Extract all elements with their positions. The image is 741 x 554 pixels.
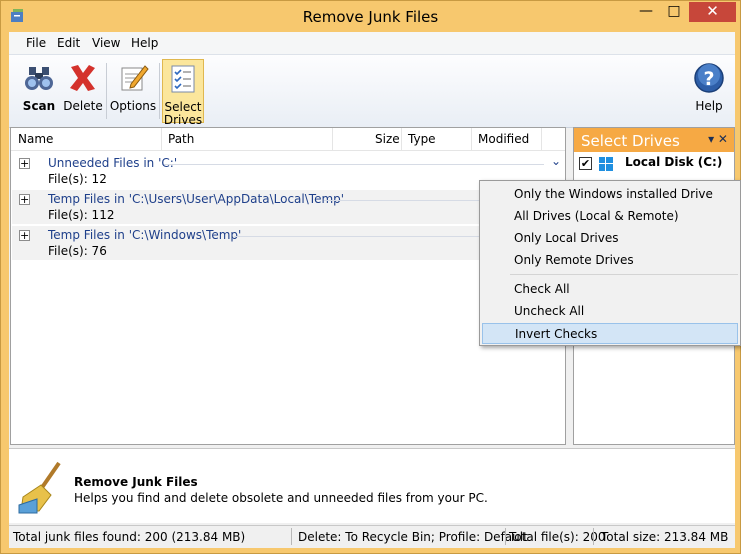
menu-item-invert-checks[interactable]: Invert Checks (482, 323, 738, 344)
windows-logo-icon (599, 157, 613, 171)
info-description: Helps you find and delete obsolete and u… (74, 491, 488, 505)
menu-item-label: Uncheck All (514, 304, 585, 318)
menu-item-label: Only Remote Drives (514, 253, 634, 267)
column-header-size[interactable]: Size (375, 132, 400, 146)
status-total-size: Total size: 213.84 MB (601, 530, 729, 544)
delete-button[interactable]: Delete (63, 59, 103, 123)
svg-text:?: ? (703, 68, 714, 90)
menu-item-label: Invert Checks (515, 327, 598, 341)
drive-item[interactable]: ✔ Local Disk (C:) (577, 154, 732, 174)
drive-selection-context-menu: Only the Windows installed Drive All Dri… (479, 180, 741, 346)
menu-item-local-drives[interactable]: Only Local Drives (482, 228, 738, 249)
select-drives-button[interactable]: Select Drives (162, 59, 204, 127)
expand-plus-icon[interactable]: + (19, 158, 30, 169)
menu-file[interactable]: File (26, 36, 46, 50)
menu-item-label: Only the Windows installed Drive (514, 187, 713, 201)
group-file-count: File(s): 76 (48, 244, 107, 258)
column-divider[interactable] (332, 128, 333, 150)
expand-plus-icon[interactable]: + (19, 194, 30, 205)
toolbar-separator (106, 63, 107, 119)
column-divider[interactable] (471, 128, 472, 150)
menu-item-all-drives[interactable]: All Drives (Local & Remote) (482, 206, 738, 227)
column-divider[interactable] (401, 128, 402, 150)
menu-view[interactable]: View (92, 36, 120, 50)
chevron-down-icon[interactable]: ⌄ (551, 154, 561, 168)
binoculars-icon (25, 67, 53, 90)
options-button[interactable]: Options (109, 59, 157, 123)
menu-bar: File Edit View Help (9, 32, 735, 54)
checklist-icon (171, 65, 195, 93)
select-drives-label-line2: Drives (163, 113, 203, 127)
status-separator (593, 528, 594, 545)
info-panel: Remove Junk Files Helps you find and del… (9, 448, 735, 523)
toolbar: Scan Delete Options Select Drives ? Help (9, 54, 735, 128)
group-file-count: File(s): 112 (48, 208, 115, 222)
drive-checkbox[interactable]: ✔ (579, 157, 592, 170)
group-file-count: File(s): 12 (48, 172, 107, 186)
title-bar[interactable]: Remove Junk Files — □ ✕ (1, 1, 740, 32)
column-header-modified[interactable]: Modified (478, 132, 529, 146)
list-header: Name Path Size Type Modified (11, 128, 565, 151)
menu-item-label: Only Local Drives (514, 231, 619, 245)
maximize-button[interactable]: □ (661, 2, 687, 22)
column-header-name[interactable]: Name (18, 132, 53, 146)
column-divider[interactable] (541, 128, 542, 150)
menu-item-remote-drives[interactable]: Only Remote Drives (482, 250, 738, 271)
status-total-files: Total file(s): 200 (509, 530, 606, 544)
close-button[interactable]: ✕ (689, 2, 736, 22)
menu-item-label: All Drives (Local & Remote) (514, 209, 679, 223)
menu-item-windows-drive[interactable]: Only the Windows installed Drive (482, 184, 738, 205)
minimize-button[interactable]: — (633, 2, 659, 22)
group-title: Unneeded Files in 'C:' (48, 156, 178, 170)
drive-name: Local Disk (C:) (625, 155, 723, 169)
options-pencil-icon (121, 65, 149, 91)
scan-label: Scan (22, 99, 56, 113)
menu-item-uncheck-all[interactable]: Uncheck All (482, 301, 738, 322)
status-separator (291, 528, 292, 545)
status-bar: Total junk files found: 200 (213.84 MB) … (9, 525, 735, 548)
column-divider[interactable] (161, 128, 162, 150)
help-label: Help (695, 99, 723, 113)
drives-panel-header: Select Drives ▾ ✕ (574, 128, 734, 152)
app-window: Remove Junk Files — □ ✕ File Edit View H… (0, 0, 741, 554)
status-junk-found: Total junk files found: 200 (213.84 MB) (13, 530, 246, 544)
group-divider-line (164, 164, 544, 165)
status-separator (505, 528, 506, 545)
delete-label: Delete (63, 99, 103, 113)
menu-item-check-all[interactable]: Check All (482, 279, 738, 300)
window-title: Remove Junk Files (302, 8, 439, 26)
menu-separator (510, 274, 738, 275)
info-title: Remove Junk Files (74, 475, 198, 489)
delete-x-icon (70, 65, 95, 91)
panel-controls-icon[interactable]: ▾ ✕ (708, 132, 728, 146)
expand-plus-icon[interactable]: + (19, 230, 30, 241)
group-title: Temp Files in 'C:\Users\User\AppData\Loc… (48, 192, 345, 206)
select-drives-label: Select Drives (163, 101, 203, 127)
broom-icon (18, 461, 61, 514)
column-header-path[interactable]: Path (168, 132, 194, 146)
help-question-icon: ? (694, 63, 724, 93)
menu-edit[interactable]: Edit (57, 36, 80, 50)
column-header-type[interactable]: Type (408, 132, 436, 146)
menu-help[interactable]: Help (131, 36, 158, 50)
toolbar-separator (159, 63, 160, 119)
help-button[interactable]: ? Help (689, 59, 729, 123)
group-title: Temp Files in 'C:\Windows\Temp' (48, 228, 242, 242)
menu-item-label: Check All (514, 282, 570, 296)
drives-panel-title: Select Drives (581, 132, 680, 150)
options-label: Options (109, 99, 157, 113)
status-delete-profile: Delete: To Recycle Bin; Profile: Default (298, 530, 528, 544)
scan-button[interactable]: Scan (17, 59, 61, 123)
